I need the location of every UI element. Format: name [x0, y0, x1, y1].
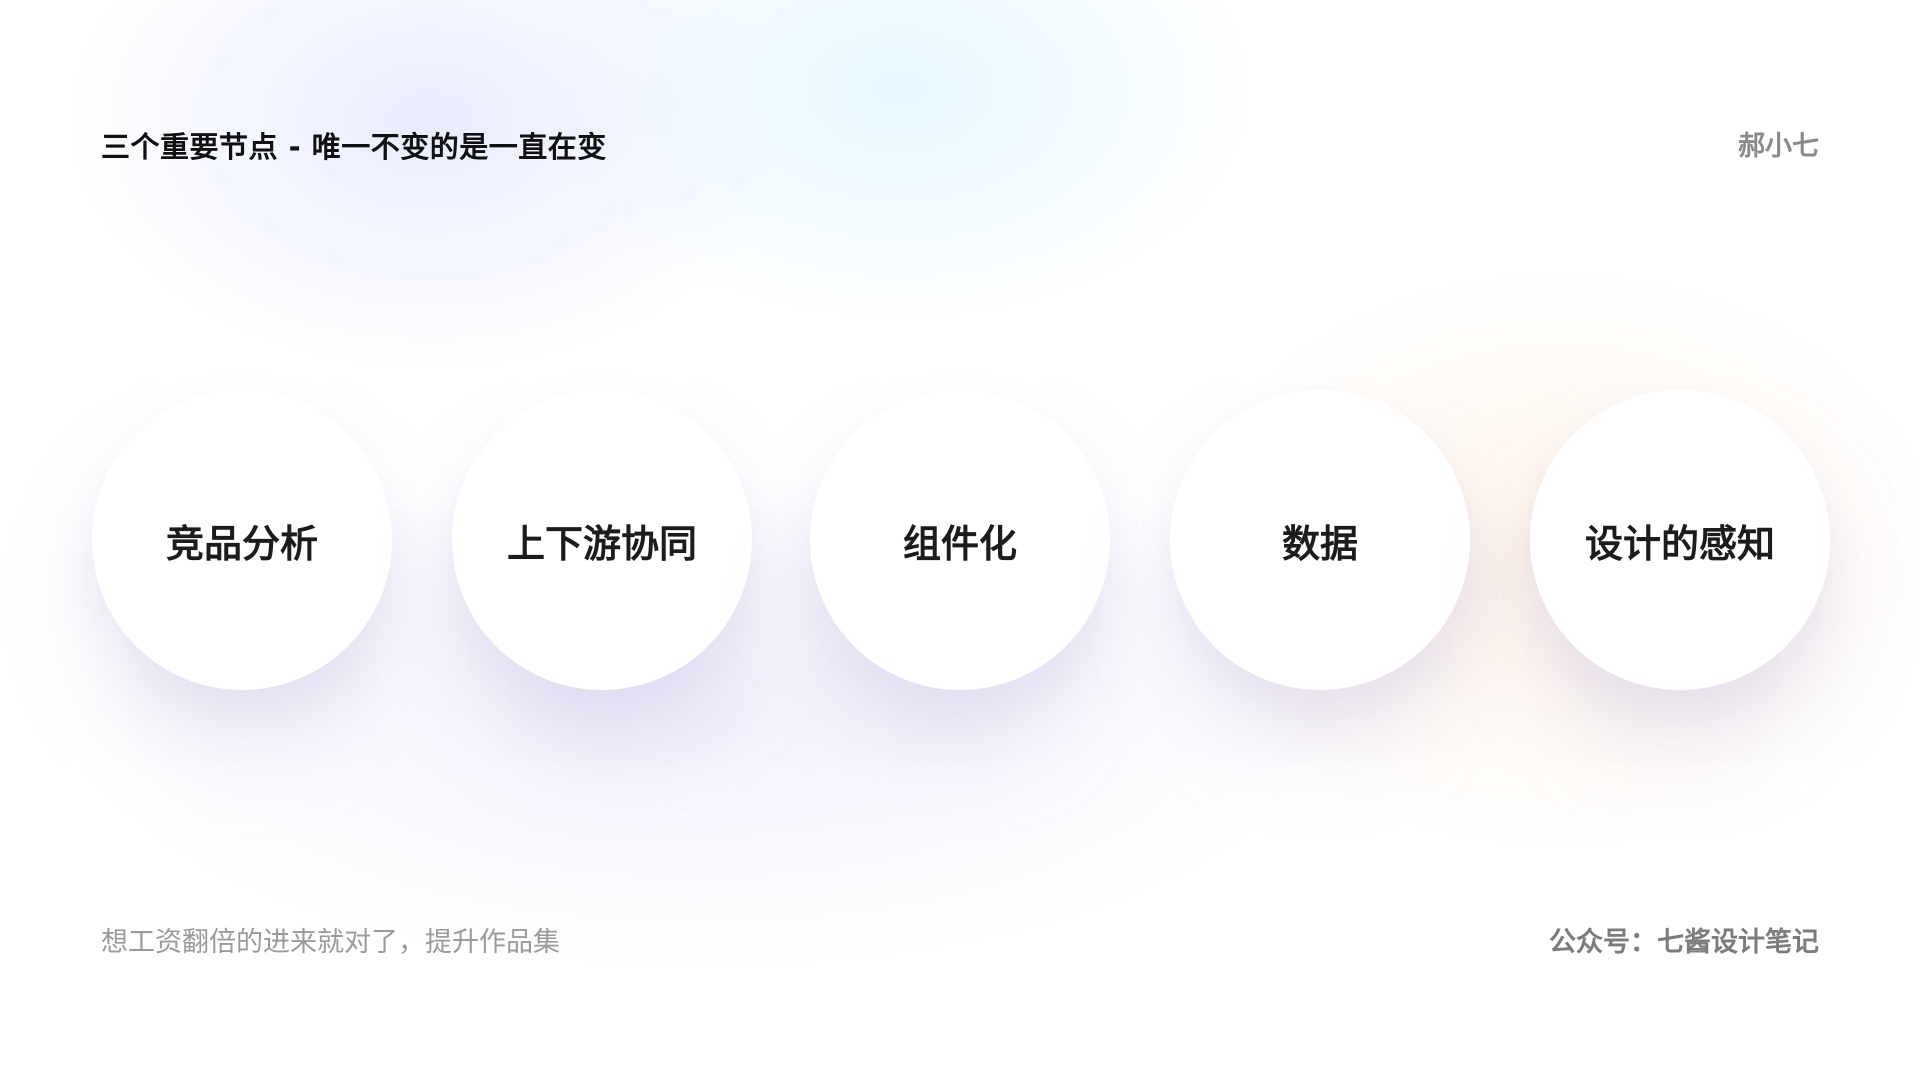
- node-label: 设计的感知: [1584, 521, 1775, 566]
- node-circle-design-perception: 设计的感知: [1530, 390, 1830, 690]
- node-row: 竞品分析 上下游协同 组件化 数据 设计的感知: [0, 0, 1920, 1080]
- node-circle-competitor-analysis: 竞品分析: [92, 390, 392, 690]
- node-label: 竞品分析: [165, 521, 318, 566]
- node-label: 数据: [1281, 521, 1358, 566]
- node-label: 组件化: [902, 521, 1017, 566]
- node-circle-componentization: 组件化: [810, 390, 1110, 690]
- footer-tagline: 想工资翻倍的进来就对了，提升作品集: [101, 927, 560, 958]
- node-circle-data: 数据: [1170, 390, 1470, 690]
- node-circle-collaboration: 上下游协同: [452, 390, 752, 690]
- node-label: 上下游协同: [506, 521, 697, 566]
- footer-account: 公众号：七酱设计笔记: [1549, 927, 1819, 958]
